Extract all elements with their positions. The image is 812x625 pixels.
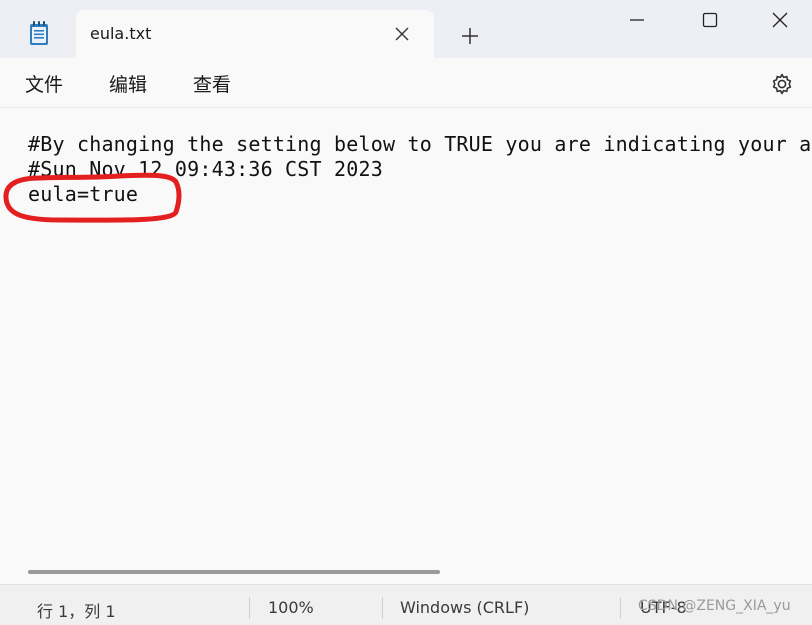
title-bar: eula.txt xyxy=(0,0,812,58)
close-tab-button[interactable] xyxy=(388,20,416,48)
status-divider xyxy=(382,597,383,619)
close-window-button[interactable] xyxy=(746,0,812,40)
gear-icon xyxy=(772,73,792,95)
watermark: CSDN @ZENG_XIA_yu xyxy=(638,598,791,614)
notepad-icon xyxy=(30,21,48,45)
close-icon xyxy=(772,12,788,28)
status-bar: 行 1，列 1 100% Windows (CRLF) UTF-8 CSDN @… xyxy=(0,584,812,625)
menu-bar: 文件 编辑 查看 xyxy=(0,58,812,108)
maximize-button[interactable] xyxy=(676,0,744,40)
line-ending: Windows (CRLF) xyxy=(400,598,530,617)
settings-button[interactable] xyxy=(768,70,796,98)
minimize-button[interactable] xyxy=(603,0,671,40)
text-line-3: eula=true xyxy=(28,182,139,206)
text-line-1: #By changing the setting below to TRUE y… xyxy=(28,132,812,156)
status-divider xyxy=(620,597,621,619)
status-divider xyxy=(249,597,250,619)
menu-edit[interactable]: 编辑 xyxy=(109,70,147,97)
text-editor[interactable]: #By changing the setting below to TRUE y… xyxy=(0,108,812,584)
maximize-icon xyxy=(702,12,718,28)
horizontal-scrollbar[interactable] xyxy=(28,570,440,574)
menu-file[interactable]: 文件 xyxy=(25,70,63,97)
zoom-level: 100% xyxy=(268,598,314,617)
cursor-position: 行 1，列 1 xyxy=(37,602,116,621)
menu-view[interactable]: 查看 xyxy=(193,70,231,97)
new-tab-button[interactable] xyxy=(452,18,488,54)
tab-title: eula.txt xyxy=(90,24,152,43)
text-line-2: #Sun Nov 12 09:43:36 CST 2023 xyxy=(28,157,383,181)
minimize-icon xyxy=(630,19,644,21)
tab-eula[interactable]: eula.txt xyxy=(76,10,434,58)
plus-icon xyxy=(462,28,478,44)
close-icon xyxy=(395,27,409,41)
